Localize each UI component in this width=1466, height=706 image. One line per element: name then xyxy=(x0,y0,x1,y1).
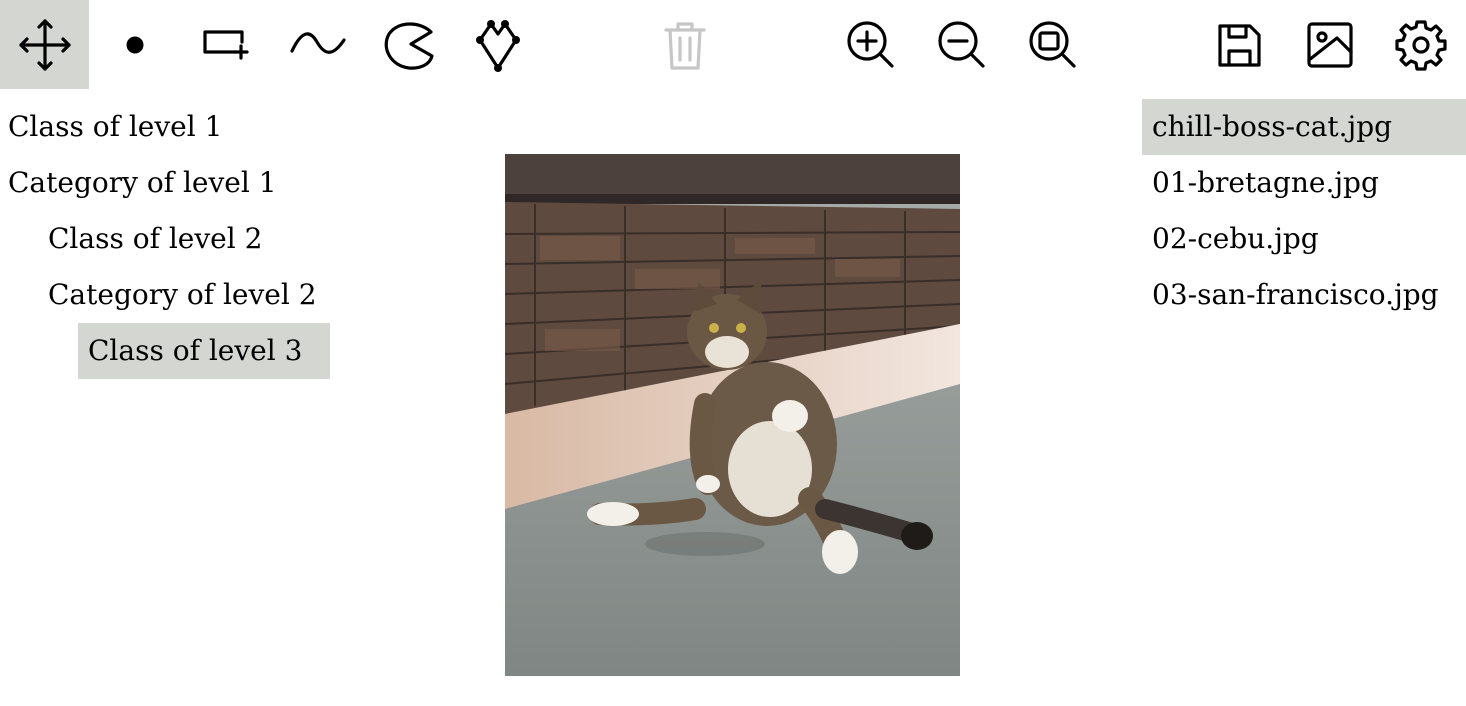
move-tool-button[interactable] xyxy=(0,0,89,89)
add-rectangle-icon xyxy=(202,29,249,60)
polygon-icon xyxy=(384,21,434,70)
zoom-in-icon xyxy=(846,20,894,68)
save-button[interactable] xyxy=(1194,0,1283,89)
zoom-out-icon xyxy=(937,20,985,68)
file-item[interactable]: chill-boss-cat.jpg xyxy=(1142,99,1466,155)
zoom-fit-button[interactable] xyxy=(1008,0,1097,89)
tree-item-label: Class of level 3 xyxy=(88,334,303,367)
zoom-out-button[interactable] xyxy=(917,0,1006,89)
move-icon xyxy=(18,18,71,71)
delete-tool-button[interactable] xyxy=(640,0,729,89)
toolbar xyxy=(0,0,1466,89)
file-item-label: 02-cebu.jpg xyxy=(1152,222,1319,255)
tree-item-class-level-3[interactable]: Class of level 3 xyxy=(78,323,331,379)
file-item-label: 01-bretagne.jpg xyxy=(1152,166,1379,199)
file-item[interactable]: 02-cebu.jpg xyxy=(1142,211,1466,267)
image-icon xyxy=(1306,21,1353,68)
file-item-label: 03-san-francisco.jpg xyxy=(1152,278,1439,311)
image-button[interactable] xyxy=(1285,0,1374,89)
polyline-icon xyxy=(475,19,520,72)
line-icon xyxy=(289,31,346,54)
zoom-fit-icon xyxy=(1028,20,1076,68)
file-item[interactable]: 03-san-francisco.jpg xyxy=(1142,267,1466,323)
gear-icon xyxy=(1394,19,1447,71)
tree-item-label: Class of level 2 xyxy=(48,222,263,255)
tree-item-label: Category of level 1 xyxy=(8,166,277,199)
cat-photo xyxy=(505,154,960,676)
file-item[interactable]: 01-bretagne.jpg xyxy=(1142,155,1466,211)
image-canvas[interactable] xyxy=(505,154,960,676)
tree-item-class-level-1[interactable]: Class of level 1 xyxy=(0,99,250,155)
tree-item-class-level-2[interactable]: Class of level 2 xyxy=(38,211,290,267)
rectangle-tool-button[interactable] xyxy=(181,0,270,89)
trash-icon xyxy=(663,21,706,70)
line-tool-button[interactable] xyxy=(272,0,361,89)
file-item-label: chill-boss-cat.jpg xyxy=(1152,110,1393,143)
polyline-tool-button[interactable] xyxy=(453,0,542,89)
tree-item-label: Category of level 2 xyxy=(48,278,317,311)
zoom-in-button[interactable] xyxy=(826,0,915,89)
polygon-tool-button[interactable] xyxy=(363,0,452,89)
file-list: chill-boss-cat.jpg 01-bretagne.jpg 02-ce… xyxy=(1142,99,1466,323)
tree-item-category-level-2[interactable]: Category of level 2 xyxy=(38,267,345,323)
save-icon xyxy=(1217,23,1261,67)
point-tool-button[interactable] xyxy=(90,0,179,89)
tree-item-category-level-1[interactable]: Category of level 1 xyxy=(0,155,305,211)
settings-button[interactable] xyxy=(1376,0,1465,89)
point-icon xyxy=(126,36,143,53)
tree-item-label: Class of level 1 xyxy=(8,110,223,143)
